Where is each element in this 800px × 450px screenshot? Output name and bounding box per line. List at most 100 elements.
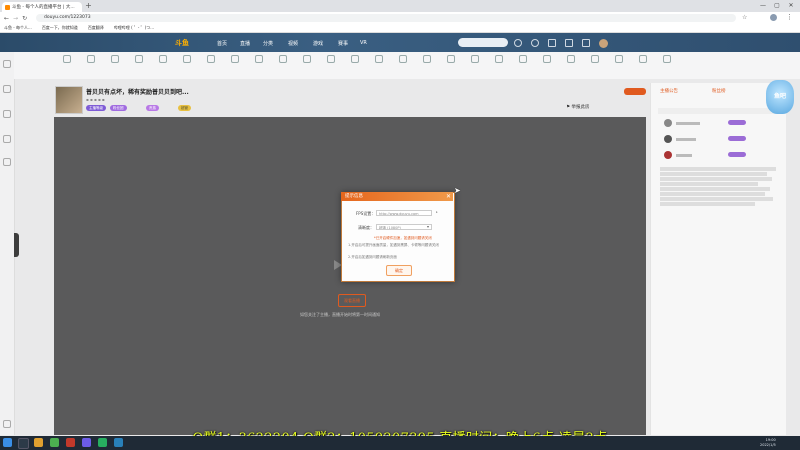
category-item[interactable]	[370, 55, 388, 63]
app-icon[interactable]	[66, 438, 75, 447]
sidebar-follow-icon[interactable]	[3, 85, 11, 93]
category-item[interactable]	[346, 55, 364, 63]
room-tag[interactable]: 超管	[178, 105, 191, 111]
category-item[interactable]	[514, 55, 532, 63]
nav-item[interactable]: VR	[360, 40, 367, 46]
explorer-icon[interactable]	[34, 438, 43, 447]
message-icon[interactable]	[548, 39, 556, 47]
user-avatar[interactable]	[599, 39, 608, 48]
fan-row[interactable]	[664, 119, 700, 127]
app-icon[interactable]	[98, 438, 107, 447]
fan-row[interactable]	[664, 151, 692, 159]
fan-level-badge	[728, 136, 746, 141]
nav-item[interactable]: 游戏	[313, 40, 323, 47]
profile-icon[interactable]	[770, 14, 777, 21]
taskview-icon[interactable]	[18, 438, 29, 449]
start-icon[interactable]	[3, 438, 12, 447]
upload-icon[interactable]	[565, 39, 573, 47]
site-logo[interactable]: 斗鱼	[175, 38, 189, 48]
dialog-field2-select[interactable]: 超清 (1080P)	[376, 224, 432, 230]
dialog-ok-button[interactable]: 确定	[386, 265, 412, 276]
category-item[interactable]	[562, 55, 580, 63]
close-window-button[interactable]: ✕	[786, 1, 796, 10]
download-icon[interactable]	[582, 39, 590, 47]
maximize-button[interactable]: ▢	[772, 1, 782, 10]
nav-item[interactable]: 直播	[240, 40, 250, 47]
category-item[interactable]	[634, 55, 652, 63]
bookmark-star-icon[interactable]: ☆	[742, 14, 747, 21]
category-icon	[63, 55, 71, 63]
chrome-icon[interactable]	[50, 438, 59, 447]
minimize-button[interactable]: —	[758, 1, 768, 10]
fan-row[interactable]	[664, 135, 696, 143]
room-title: 普贝贝有点坏，稀有奖励普贝贝到吧...	[86, 89, 189, 96]
category-item[interactable]	[586, 55, 604, 63]
category-item[interactable]	[490, 55, 508, 63]
browser-tab[interactable]: 斗鱼 - 每个人的直播平台 | 大...	[2, 2, 82, 12]
streamer-avatar[interactable]	[55, 86, 83, 114]
nav-item[interactable]: 首页	[217, 40, 227, 47]
follow-icon[interactable]	[531, 39, 539, 47]
menu-icon[interactable]: ⋮	[786, 13, 793, 21]
sidebar-home-icon[interactable]	[3, 60, 11, 68]
forward-icon[interactable]: →	[13, 15, 18, 22]
category-item[interactable]	[226, 55, 244, 63]
dialog-close-button[interactable]: ✕	[444, 192, 453, 201]
url-field[interactable]: douyu.com/1223073	[36, 14, 736, 22]
category-icon	[495, 55, 503, 63]
category-item[interactable]	[418, 55, 436, 63]
new-tab-button[interactable]: +	[84, 2, 93, 11]
back-icon[interactable]: ←	[4, 15, 9, 22]
category-item[interactable]	[322, 55, 340, 63]
category-item[interactable]	[298, 55, 316, 63]
category-item[interactable]	[274, 55, 292, 63]
panel-tab[interactable]: 主播公告	[660, 88, 678, 94]
report-link[interactable]: ⚑ 举报此房	[566, 104, 589, 110]
nav-item[interactable]: 分类	[263, 40, 273, 47]
bookmark-item[interactable]: 百度一下，你就知道	[42, 25, 78, 31]
category-item[interactable]	[106, 55, 124, 63]
category-item[interactable]	[442, 55, 460, 63]
panel-list-header	[658, 108, 782, 114]
category-item[interactable]	[58, 55, 76, 63]
category-item[interactable]	[82, 55, 100, 63]
category-item[interactable]	[394, 55, 412, 63]
category-item[interactable]	[658, 55, 676, 63]
bookmark-item[interactable]: 斗鱼 - 每个人...	[4, 25, 32, 31]
panel-tab[interactable]: 粉丝榜	[712, 88, 726, 94]
room-tag[interactable]: 贵族	[146, 105, 159, 111]
share-button[interactable]	[624, 88, 646, 95]
category-item[interactable]	[250, 55, 268, 63]
category-item[interactable]	[130, 55, 148, 63]
watch-live-button[interactable]: 观看直播	[338, 294, 366, 307]
room-tag[interactable]: 粉丝团	[110, 105, 127, 111]
history-icon[interactable]	[514, 39, 522, 47]
app-icon[interactable]	[114, 438, 123, 447]
nav-item[interactable]: 赛事	[338, 40, 348, 47]
search-input[interactable]	[458, 38, 508, 47]
category-item[interactable]	[610, 55, 628, 63]
site-header	[0, 33, 800, 52]
bookmark-item[interactable]: 哔哩哔哩 ( ゜- ゜)つ...	[114, 25, 154, 31]
category-item[interactable]	[178, 55, 196, 63]
sidebar-game-icon[interactable]	[3, 158, 11, 166]
category-icon	[207, 55, 215, 63]
sidebar-video-icon[interactable]	[3, 135, 11, 143]
dialog-field1-input[interactable]: http://www.douyu.com	[376, 210, 432, 216]
category-icon	[663, 55, 671, 63]
category-item[interactable]	[466, 55, 484, 63]
category-item[interactable]	[538, 55, 556, 63]
nav-item[interactable]: 视频	[288, 40, 298, 47]
category-icon	[159, 55, 167, 63]
chevron-down-icon[interactable]: ▾	[427, 224, 429, 229]
bookmark-item[interactable]: 百度翻译	[88, 25, 104, 31]
room-tag[interactable]: 主播等级	[86, 105, 106, 111]
reload-icon[interactable]: ↻	[22, 15, 27, 22]
sidebar-collapse-handle[interactable]	[14, 233, 19, 257]
system-clock[interactable]: 19:00 2022/1/5	[760, 438, 776, 447]
category-item[interactable]	[202, 55, 220, 63]
category-item[interactable]	[154, 55, 172, 63]
app-icon[interactable]	[82, 438, 91, 447]
mascot-badge[interactable]: 鱼吧	[766, 80, 794, 114]
sidebar-category-icon[interactable]	[3, 110, 11, 118]
